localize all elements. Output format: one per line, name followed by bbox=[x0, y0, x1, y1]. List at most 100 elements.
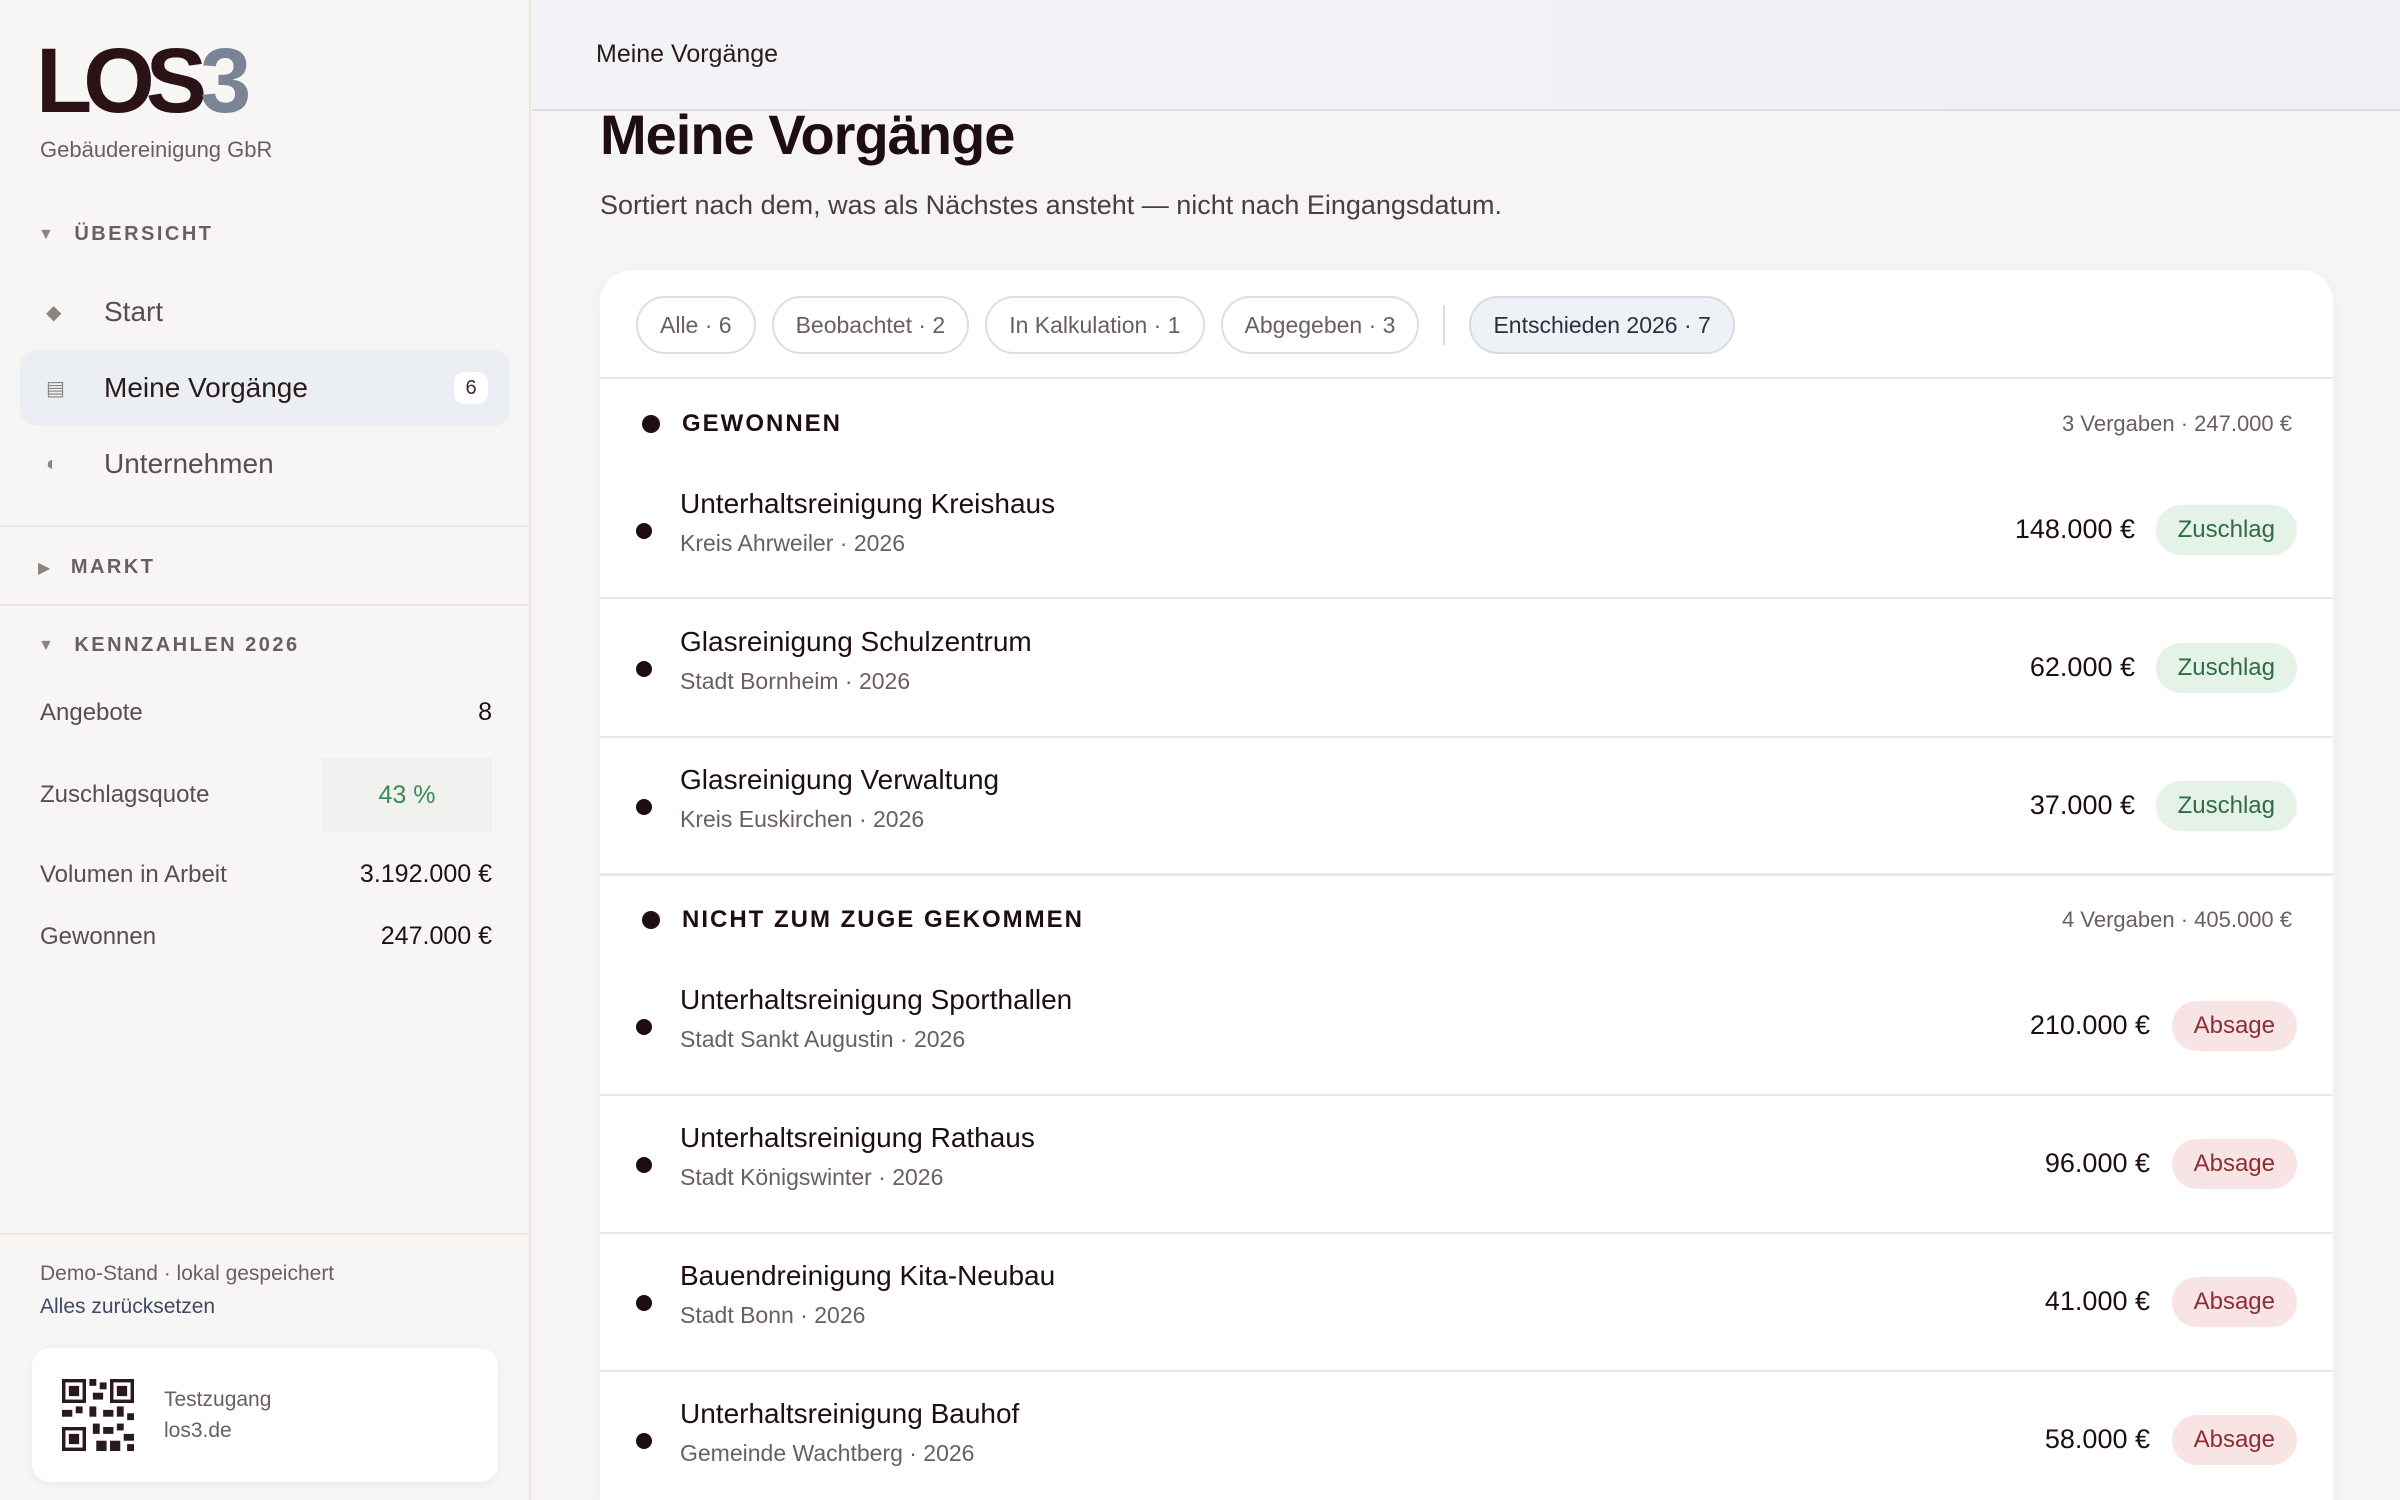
divider bbox=[600, 377, 2333, 379]
row-dot bbox=[636, 1157, 652, 1173]
section-label-overview: ÜBERSICHT bbox=[74, 223, 214, 245]
table-row[interactable]: Unterhaltsreinigung Bauhof Gemeinde Wach… bbox=[600, 1371, 2333, 1500]
status-badge: Absage bbox=[2171, 1277, 2297, 1327]
divider bbox=[0, 604, 531, 606]
kpi-value: 3.192.000 € bbox=[359, 860, 492, 888]
row-amount: 62.000 € bbox=[2029, 652, 2135, 682]
row-amount: 210.000 € bbox=[2029, 1010, 2150, 1040]
row-dot bbox=[636, 1433, 652, 1449]
section-toggle-market[interactable]: ▶ MARKT bbox=[38, 556, 156, 579]
breadcrumb: Meine Vorgänge bbox=[596, 40, 779, 68]
filter-chip-alle[interactable]: Alle · 6 bbox=[636, 296, 756, 354]
sidebar: LOS 3 Gebäudereinigung GbR ▼ ÜBERSICHT ◆ … bbox=[0, 0, 531, 1500]
kpi-label: Gewonnen bbox=[40, 922, 157, 950]
qr-code-icon bbox=[62, 1379, 134, 1451]
group-title-text: NICHT ZUM ZUGE GEKOMMEN bbox=[682, 906, 1084, 933]
table-row[interactable]: Unterhaltsreinigung Kreishaus Kreis Ahrw… bbox=[600, 461, 2333, 599]
status-badge: Zuschlag bbox=[2155, 505, 2297, 555]
filter-bar: Alle · 6 Beobachtet · 2 In Kalkulation ·… bbox=[636, 296, 1735, 354]
kpi-value: 8 bbox=[478, 698, 492, 726]
row-subtitle: Stadt Bornheim · 2026 bbox=[680, 668, 911, 694]
group-title: GEWONNEN bbox=[642, 410, 842, 438]
row-title: Glasreinigung Schulzentrum bbox=[680, 626, 1032, 657]
section-label-market: MARKT bbox=[70, 556, 156, 578]
group-meta: 3 Vergaben · 247.000 € bbox=[2062, 411, 2292, 436]
sidebar-item-vorgaenge[interactable]: ▤ Meine Vorgänge 6 bbox=[20, 350, 510, 426]
group-title-text: GEWONNEN bbox=[682, 410, 842, 437]
row-amount: 96.000 € bbox=[2044, 1148, 2150, 1178]
kpi-volumen: Volumen in Arbeit 3.192.000 € bbox=[40, 860, 492, 889]
row-subtitle: Stadt Sankt Augustin · 2026 bbox=[680, 1026, 966, 1052]
filter-chip-entschieden[interactable]: Entschieden 2026 · 7 bbox=[1469, 296, 1735, 354]
list-icon: ▤ bbox=[46, 377, 65, 400]
logo-accent: 3 bbox=[200, 30, 251, 132]
kpi-zuschlagsquote: Zuschlagsquote 43 % bbox=[40, 758, 492, 832]
table-row[interactable]: Unterhaltsreinigung Rathaus Stadt Königs… bbox=[600, 1095, 2333, 1233]
section-label-kpis: KENNZAHLEN 2026 bbox=[74, 634, 300, 656]
row-subtitle: Kreis Euskirchen · 2026 bbox=[680, 806, 925, 832]
row-title: Unterhaltsreinigung Bauhof bbox=[680, 1398, 1020, 1429]
qr-text: Testzugang los3.de bbox=[164, 1384, 271, 1446]
topbar: Meine Vorgänge bbox=[532, 0, 2400, 111]
sidebar-item-start[interactable]: ◆ Start bbox=[20, 274, 510, 350]
sidebar-item-label: Start bbox=[104, 296, 164, 327]
triangle-right-icon: ▶ bbox=[38, 559, 53, 577]
sidebar-item-label: Unternehmen bbox=[104, 448, 274, 479]
row-dot bbox=[636, 1019, 652, 1035]
count-badge: 6 bbox=[454, 372, 488, 404]
triangle-down-icon: ▼ bbox=[38, 636, 57, 654]
logo-main: LOS bbox=[36, 30, 207, 132]
page-title: Meine Vorgänge bbox=[600, 103, 1015, 166]
triangle-down-icon: ▼ bbox=[38, 225, 57, 243]
table-row[interactable]: Glasreinigung Schulzentrum Stadt Bornhei… bbox=[600, 599, 2333, 737]
row-title: Unterhaltsreinigung Rathaus bbox=[680, 1122, 1035, 1153]
row-title: Glasreinigung Verwaltung bbox=[680, 764, 1000, 795]
row-title: Unterhaltsreinigung Sporthallen bbox=[680, 984, 1073, 1015]
kpi-value: 43 % bbox=[322, 758, 492, 832]
section-toggle-kpis[interactable]: ▼ KENNZAHLEN 2026 bbox=[38, 634, 300, 657]
logo[interactable]: LOS 3 bbox=[36, 30, 251, 132]
row-dot bbox=[636, 799, 652, 815]
vorgaenge-card: Alle · 6 Beobachtet · 2 In Kalkulation ·… bbox=[600, 270, 2333, 1500]
section-toggle-overview[interactable]: ▼ ÜBERSICHT bbox=[38, 223, 214, 246]
row-subtitle: Stadt Königswinter · 2026 bbox=[680, 1164, 944, 1190]
filter-chip-kalkulation[interactable]: In Kalkulation · 1 bbox=[985, 296, 1205, 354]
half-circle-icon: ◐ bbox=[46, 452, 59, 475]
demo-note: Demo-Stand · lokal gespeichert bbox=[40, 1262, 335, 1285]
filter-chip-abgegeben[interactable]: Abgegeben · 3 bbox=[1220, 296, 1420, 354]
table-row[interactable]: Unterhaltsreinigung Sporthallen Stadt Sa… bbox=[600, 957, 2333, 1095]
filter-chip-beobachtet[interactable]: Beobachtet · 2 bbox=[771, 296, 970, 354]
row-amount: 37.000 € bbox=[2029, 790, 2135, 820]
reset-link[interactable]: Alles zurücksetzen bbox=[40, 1295, 215, 1319]
kpi-angebote: Angebote 8 bbox=[40, 698, 492, 727]
divider bbox=[0, 1233, 531, 1235]
row-title: Unterhaltsreinigung Kreishaus bbox=[680, 488, 1056, 519]
divider bbox=[600, 873, 2333, 876]
table-row[interactable]: Glasreinigung Verwaltung Kreis Euskirche… bbox=[600, 737, 2333, 875]
status-badge: Absage bbox=[2171, 1001, 2297, 1051]
status-badge: Zuschlag bbox=[2155, 781, 2297, 831]
qr-line1: Testzugang bbox=[164, 1388, 272, 1411]
group-header-won: GEWONNEN 3 Vergaben · 247.000 € bbox=[642, 410, 2292, 438]
row-amount: 58.000 € bbox=[2044, 1424, 2150, 1454]
row-amount: 148.000 € bbox=[2014, 514, 2135, 544]
kpi-label: Volumen in Arbeit bbox=[40, 860, 227, 888]
divider bbox=[0, 525, 531, 527]
sidebar-item-label: Meine Vorgänge bbox=[104, 372, 308, 403]
diamond-icon: ◆ bbox=[46, 301, 62, 324]
status-badge: Absage bbox=[2171, 1415, 2297, 1465]
row-subtitle: Gemeinde Wachtberg · 2026 bbox=[680, 1440, 975, 1466]
group-meta: 4 Vergaben · 405.000 € bbox=[2062, 907, 2292, 932]
row-dot bbox=[636, 661, 652, 677]
table-row[interactable]: Bauendreinigung Kita-Neubau Stadt Bonn ·… bbox=[600, 1233, 2333, 1371]
qr-card[interactable]: Testzugang los3.de bbox=[32, 1348, 498, 1482]
row-title: Bauendreinigung Kita-Neubau bbox=[680, 1260, 1056, 1291]
status-badge: Zuschlag bbox=[2155, 643, 2297, 693]
qr-line2: los3.de bbox=[164, 1419, 232, 1442]
row-subtitle: Kreis Ahrweiler · 2026 bbox=[680, 530, 905, 556]
kpi-label: Angebote bbox=[40, 698, 143, 726]
row-subtitle: Stadt Bonn · 2026 bbox=[680, 1302, 866, 1328]
sidebar-item-unternehmen[interactable]: ◐ Unternehmen bbox=[20, 426, 510, 502]
filter-separator bbox=[1443, 305, 1446, 345]
group-dot bbox=[642, 415, 660, 433]
